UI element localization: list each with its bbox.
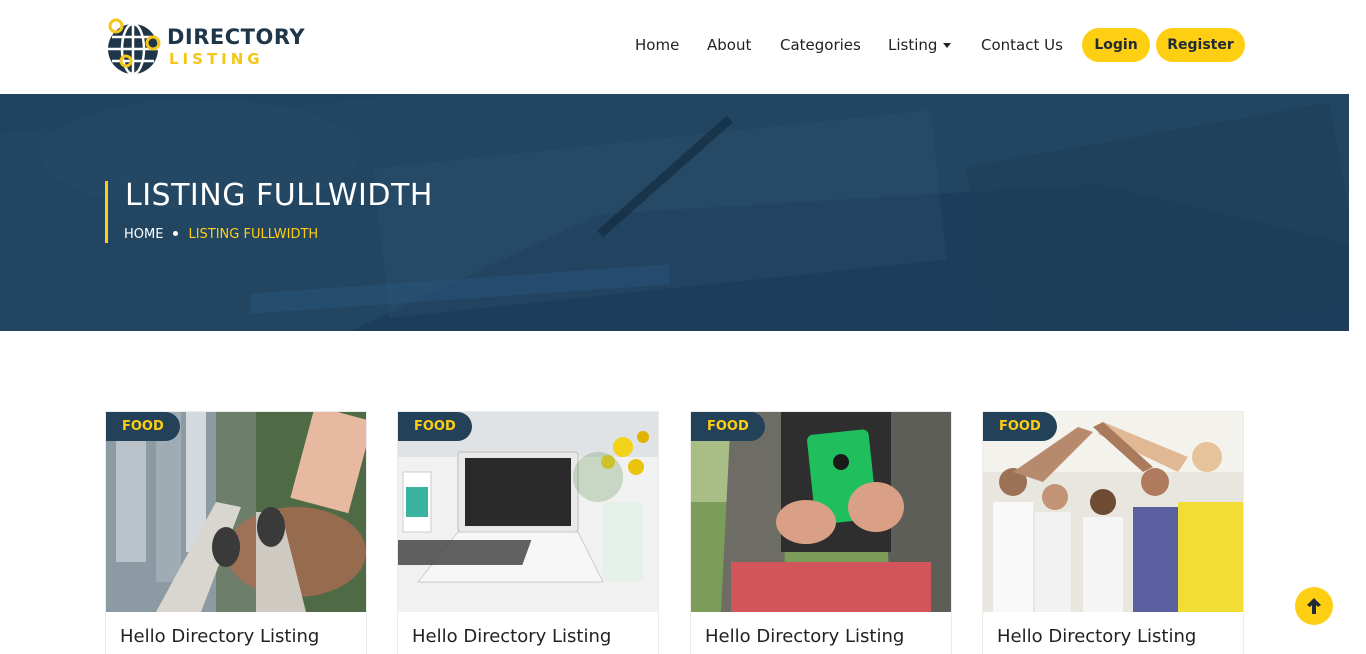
caret-down-icon [943, 43, 952, 48]
nav-home[interactable]: Home [635, 36, 679, 54]
listing-title[interactable]: Hello Directory Listing [997, 626, 1196, 647]
listing-image-team [983, 412, 1243, 612]
listing-image[interactable] [106, 412, 366, 612]
site-header: DIRECTORY LISTING Home About Categories … [0, 0, 1366, 94]
hero-accent-bar [105, 181, 108, 243]
listing-card[interactable]: FOOD Hello Directory Listing [690, 411, 952, 654]
category-tag[interactable]: FOOD [983, 412, 1057, 441]
arrow-up-icon [1307, 598, 1321, 614]
listing-title[interactable]: Hello Directory Listing [412, 626, 611, 647]
page-title: LISTING FULLWIDTH [125, 178, 433, 213]
nav-listing[interactable]: Listing [888, 36, 952, 54]
category-tag[interactable]: FOOD [691, 412, 765, 441]
listing-card[interactable]: FOOD Hello Directory Listing [397, 411, 659, 654]
nav-about[interactable]: About [707, 36, 751, 54]
nav-contact[interactable]: Contact Us [981, 36, 1063, 54]
logo-text-directory: DIRECTORY [167, 25, 306, 49]
listing-title[interactable]: Hello Directory Listing [705, 626, 904, 647]
back-to-top-button[interactable] [1295, 587, 1333, 625]
listing-card[interactable]: FOOD Hello Directory Listing [105, 411, 367, 654]
listing-image-city [106, 412, 366, 612]
listing-card[interactable]: FOOD Hello Directory Listing [982, 411, 1244, 654]
logo-text-listing: LISTING [169, 50, 264, 68]
category-tag[interactable]: FOOD [398, 412, 472, 441]
listing-image[interactable] [691, 412, 951, 612]
nav-listing-label: Listing [888, 36, 938, 54]
breadcrumb: HOME LISTING FULLWIDTH [124, 227, 318, 242]
breadcrumb-home[interactable]: HOME [124, 227, 163, 242]
category-tag[interactable]: FOOD [106, 412, 180, 441]
register-button[interactable]: Register [1156, 28, 1245, 62]
login-button[interactable]: Login [1082, 28, 1150, 62]
page-hero: LISTING FULLWIDTH HOME LISTING FULLWIDTH [0, 94, 1349, 331]
listing-image-laptop [398, 412, 658, 612]
listing-title[interactable]: Hello Directory Listing [120, 626, 319, 647]
listing-image[interactable] [398, 412, 658, 612]
breadcrumb-separator [173, 231, 179, 236]
listing-image[interactable] [983, 412, 1243, 612]
nav-categories[interactable]: Categories [780, 36, 861, 54]
listing-image-phone [691, 412, 951, 612]
breadcrumb-current: LISTING FULLWIDTH [188, 227, 319, 242]
site-logo[interactable]: DIRECTORY LISTING [106, 18, 306, 78]
globe-pin-icon [108, 18, 161, 76]
